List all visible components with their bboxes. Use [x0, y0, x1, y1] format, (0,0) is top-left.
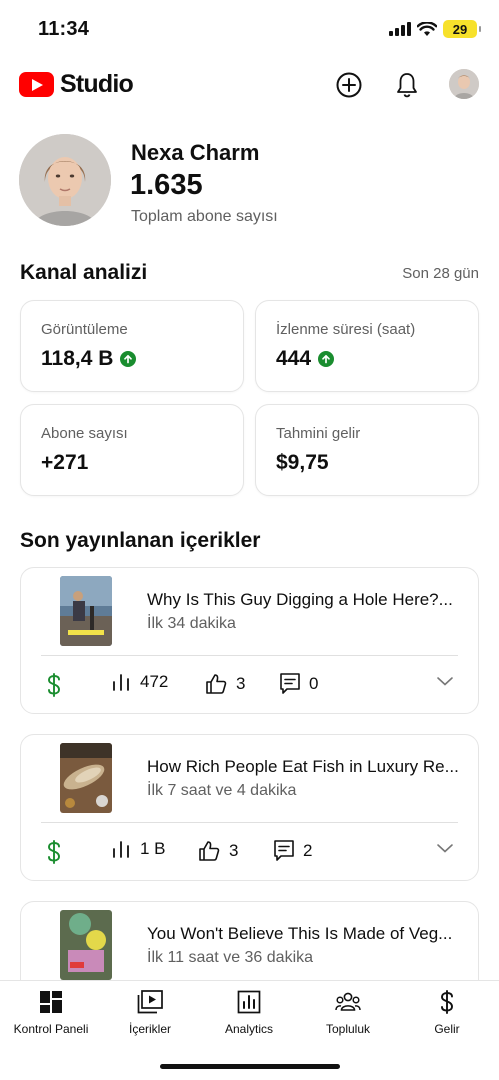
views-count: 472	[140, 672, 169, 691]
video-title: Why Is This Guy Digging a Hole Here?...	[147, 590, 453, 609]
trend-up-icon	[120, 351, 137, 367]
chevron-down-icon	[437, 677, 453, 686]
expand-button[interactable]	[436, 841, 454, 859]
card-value: +271	[41, 451, 89, 474]
studio-logo[interactable]: Studio	[19, 70, 134, 99]
content-card[interactable]: How Rich People Eat Fish in Luxury Re...…	[20, 734, 479, 881]
views-metric: 472	[112, 672, 168, 692]
comment-icon	[274, 840, 294, 861]
subscriber-label: Toplam abone sayısı	[131, 208, 278, 225]
tab-label: Analytics	[224, 1022, 274, 1036]
channel-avatar	[19, 134, 111, 226]
tab-label: Gelir	[434, 1022, 460, 1036]
divider	[41, 822, 458, 823]
bar-chart-icon	[113, 841, 129, 858]
community-icon	[335, 989, 361, 1015]
likes-metric: 3	[204, 672, 245, 696]
status-indicators: 29	[389, 20, 481, 38]
comments-count: 0	[309, 674, 319, 693]
video-title: You Won't Believe This Is Made of Veg...	[147, 924, 453, 943]
wifi-icon	[417, 21, 437, 36]
thumbs-up-icon	[199, 841, 220, 861]
account-avatar[interactable]	[449, 69, 479, 99]
logo-text: Studio	[60, 70, 134, 98]
views-card[interactable]: Görüntüleme 118,4 B	[20, 300, 244, 392]
card-value: 118,4 B	[41, 347, 114, 370]
monetization-status[interactable]	[45, 839, 63, 865]
tab-analytics[interactable]: Analytics	[199, 989, 299, 1039]
chevron-down-icon	[437, 844, 453, 853]
video-thumbnail[interactable]	[60, 910, 112, 980]
battery-icon: 29	[443, 20, 481, 38]
tab-community[interactable]: Topluluk	[298, 989, 398, 1039]
analytics-title: Kanal analizi	[20, 261, 148, 284]
status-time: 11:34	[38, 18, 90, 40]
channel-photo-icon	[19, 134, 111, 226]
video-title: How Rich People Eat Fish in Luxury Re...	[147, 757, 459, 776]
video-age: İlk 34 dakika	[147, 615, 236, 632]
card-value-row: 118,4 B	[41, 347, 137, 371]
views-count: 1 B	[140, 839, 166, 858]
content-icon	[137, 989, 163, 1015]
create-button[interactable]	[334, 70, 364, 100]
card-label: Görüntüleme	[41, 321, 128, 338]
analytics-icon	[236, 989, 262, 1015]
subscriber-count: 1.635	[130, 169, 203, 201]
likes-metric: 3	[197, 839, 238, 863]
revenue-card[interactable]: Tahmini gelir $9,75	[255, 404, 479, 496]
expand-button[interactable]	[436, 674, 454, 692]
card-value: $9,75	[276, 451, 329, 474]
video-metrics: 472 3 0	[45, 672, 458, 698]
analytics-range: Son 28 gün	[402, 265, 479, 282]
card-label: Abone sayısı	[41, 425, 128, 442]
likes-count: 3	[229, 841, 239, 860]
comments-metric: 0	[279, 672, 318, 696]
channel-name: Nexa Charm	[131, 140, 260, 165]
views-metric: 1 B	[112, 839, 166, 859]
youtube-logo-icon	[19, 72, 54, 97]
tab-label: İçerikler	[128, 1022, 171, 1036]
video-thumbnail[interactable]	[60, 743, 112, 813]
watch-time-card[interactable]: İzlenme süresi (saat) 444	[255, 300, 479, 392]
app-header: Studio	[0, 64, 499, 108]
subscribers-card[interactable]: Abone sayısı +271	[20, 404, 244, 496]
profile-photo-icon	[449, 69, 479, 99]
monetization-status[interactable]	[45, 672, 63, 698]
tab-earn[interactable]: Gelir	[397, 989, 497, 1039]
thumbs-up-icon	[206, 674, 227, 694]
home-indicator[interactable]	[160, 1064, 340, 1069]
plus-circle-icon	[336, 72, 362, 98]
card-value-row: 444	[276, 347, 335, 371]
comments-count: 2	[303, 841, 313, 860]
dashboard-icon	[38, 989, 64, 1015]
tab-label: Kontrol Paneli	[13, 1022, 89, 1036]
content-card[interactable]: Why Is This Guy Digging a Hole Here?... …	[20, 567, 479, 714]
comments-metric: 2	[273, 839, 312, 863]
video-age: İlk 11 saat ve 36 dakika	[147, 949, 314, 966]
card-value: 444	[276, 347, 312, 370]
tab-content[interactable]: İçerikler	[100, 989, 200, 1039]
bell-icon	[397, 73, 417, 98]
bar-chart-icon	[113, 674, 129, 691]
likes-count: 3	[236, 674, 246, 693]
card-label: Tahmini gelir	[276, 425, 361, 442]
card-label: İzlenme süresi (saat)	[276, 321, 416, 338]
tab-label: Topluluk	[325, 1022, 371, 1036]
status-bar: 11:34 29	[0, 0, 499, 60]
dollar-icon	[48, 840, 60, 864]
earn-icon	[434, 989, 460, 1015]
comment-icon	[280, 673, 300, 694]
notifications-button[interactable]	[392, 70, 422, 100]
divider	[41, 655, 458, 656]
signal-icon	[389, 22, 411, 36]
tab-dashboard[interactable]: Kontrol Paneli	[1, 989, 101, 1039]
recent-content-title: Son yayınlanan içerikler	[20, 529, 261, 552]
video-age: İlk 7 saat ve 4 dakika	[147, 782, 297, 799]
video-metrics: 1 B 3 2	[45, 839, 458, 865]
dollar-icon	[48, 673, 60, 697]
channel-summary: Nexa Charm 1.635 Toplam abone sayısı	[19, 134, 479, 229]
trend-up-icon	[318, 351, 335, 367]
video-thumbnail[interactable]	[60, 576, 112, 646]
